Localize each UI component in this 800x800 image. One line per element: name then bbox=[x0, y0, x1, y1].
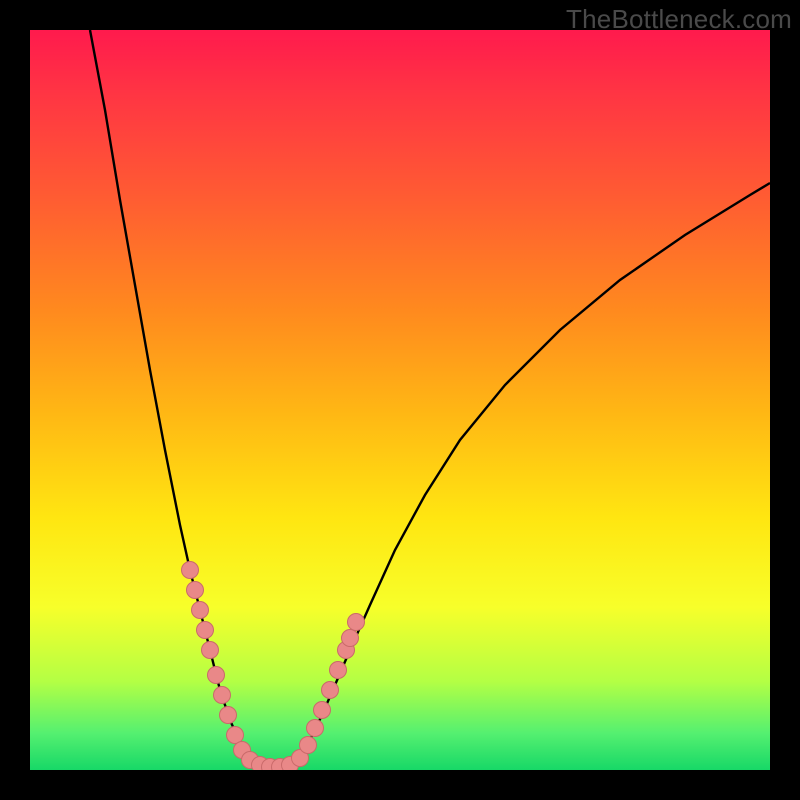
data-marker bbox=[197, 622, 214, 639]
data-marker bbox=[330, 662, 347, 679]
data-marker bbox=[187, 582, 204, 599]
bottleneck-curve bbox=[30, 30, 770, 770]
marker-group bbox=[182, 562, 365, 771]
data-marker bbox=[192, 602, 209, 619]
data-marker bbox=[307, 720, 324, 737]
data-marker bbox=[342, 630, 359, 647]
data-marker bbox=[322, 682, 339, 699]
data-marker bbox=[348, 614, 365, 631]
data-marker bbox=[220, 707, 237, 724]
data-marker bbox=[214, 687, 231, 704]
chart-frame: TheBottleneck.com bbox=[0, 0, 800, 800]
curve-path bbox=[90, 30, 770, 767]
data-marker bbox=[300, 737, 317, 754]
data-marker bbox=[208, 667, 225, 684]
data-marker bbox=[182, 562, 199, 579]
data-marker bbox=[202, 642, 219, 659]
data-marker bbox=[227, 727, 244, 744]
plot-area bbox=[30, 30, 770, 770]
data-marker bbox=[314, 702, 331, 719]
